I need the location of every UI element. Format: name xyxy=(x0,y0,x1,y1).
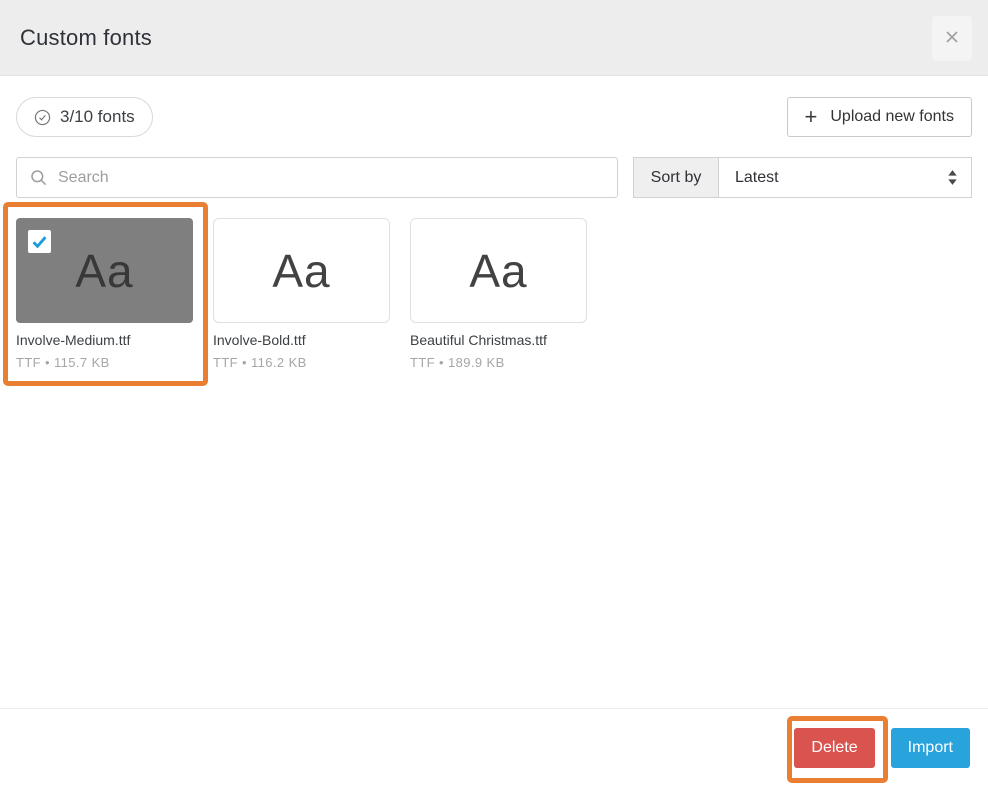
sort-by-label: Sort by xyxy=(633,157,719,198)
import-button[interactable]: Import xyxy=(891,728,970,768)
upload-button-label: Upload new fonts xyxy=(830,108,954,126)
font-preview-text: Aa xyxy=(469,244,527,298)
sort-selected-value: Latest xyxy=(735,169,779,187)
font-preview-tile[interactable]: Aa xyxy=(410,218,587,323)
close-icon xyxy=(944,29,960,48)
font-file-name: Involve-Bold.ttf xyxy=(213,332,390,348)
font-selected-checkbox[interactable] xyxy=(28,230,51,253)
font-preview-tile[interactable]: Aa xyxy=(16,218,193,323)
search-icon xyxy=(29,168,48,187)
font-card-beautiful-christmas[interactable]: Aa Beautiful Christmas.ttf TTF • 189.9 K… xyxy=(410,218,587,370)
font-file-meta: TTF • 189.9 KB xyxy=(410,355,587,370)
close-button[interactable] xyxy=(932,16,972,61)
font-file-name: Involve-Medium.ttf xyxy=(16,332,193,348)
sort-arrows-icon xyxy=(947,169,958,186)
check-circle-icon xyxy=(34,109,51,126)
fonts-count-badge: 3/10 fonts xyxy=(16,97,153,137)
font-card-grid: Aa Involve-Medium.ttf TTF • 115.7 KB Aa … xyxy=(16,218,972,370)
delete-button[interactable]: Delete xyxy=(794,728,874,768)
font-preview-text: Aa xyxy=(75,244,133,298)
font-file-meta: TTF • 116.2 KB xyxy=(213,355,390,370)
page-title: Custom fonts xyxy=(20,25,152,51)
custom-fonts-modal: Custom fonts 3/10 fonts xyxy=(0,0,988,787)
modal-body: 3/10 fonts + Upload new fonts Sort by xyxy=(0,97,988,370)
fonts-count-label: 3/10 fonts xyxy=(60,107,135,127)
modal-header: Custom fonts xyxy=(0,0,988,76)
search-input[interactable] xyxy=(58,169,605,187)
upload-new-fonts-button[interactable]: + Upload new fonts xyxy=(787,97,973,137)
checkmark-icon xyxy=(30,232,49,251)
font-file-name: Beautiful Christmas.ttf xyxy=(410,332,587,348)
font-card-involve-medium[interactable]: Aa Involve-Medium.ttf TTF • 115.7 KB xyxy=(16,218,193,370)
font-preview-text: Aa xyxy=(272,244,330,298)
modal-footer: Delete Import xyxy=(0,708,988,787)
font-file-meta: TTF • 115.7 KB xyxy=(16,355,193,370)
sort-select[interactable]: Latest xyxy=(719,157,972,198)
font-preview-tile[interactable]: Aa xyxy=(213,218,390,323)
plus-icon: + xyxy=(805,106,818,128)
font-card-involve-bold[interactable]: Aa Involve-Bold.ttf TTF • 116.2 KB xyxy=(213,218,390,370)
search-box xyxy=(16,157,618,198)
sort-group: Sort by Latest xyxy=(633,157,972,198)
